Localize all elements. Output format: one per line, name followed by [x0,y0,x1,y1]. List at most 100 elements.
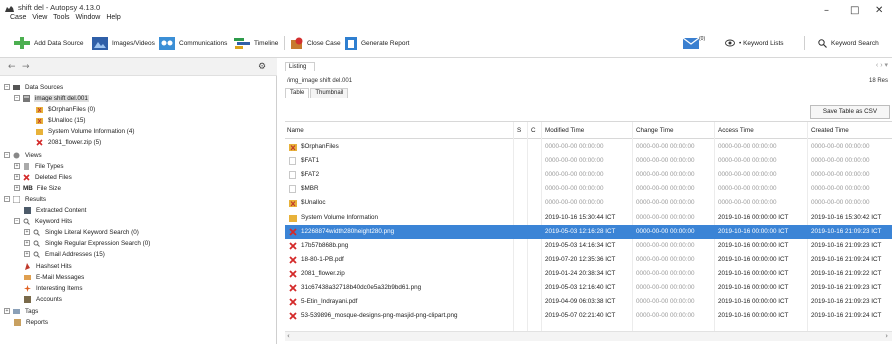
file-icon [289,185,296,195]
tree-label: image shift del.001 [34,94,89,102]
tree-orphan-files[interactable]: $OrphanFiles (0) [36,104,96,114]
listing-tab[interactable]: Listing [285,62,315,71]
cell-access-time: 0000-00-00 00:00:00 [718,157,777,165]
forward-arrow-icon[interactable]: → [22,62,30,72]
toolbar-divider [284,36,285,50]
expand-toggle-icon[interactable]: + [24,240,30,246]
collapse-toggle-icon[interactable]: − [4,152,10,158]
column-header-modified[interactable]: Modified Time [545,127,584,134]
collapse-toggle-icon[interactable]: − [4,196,10,202]
column-header-created[interactable]: Created Time [811,127,849,134]
close-window-icon[interactable]: ✕ [875,5,883,16]
expand-toggle-icon[interactable]: + [24,251,30,257]
tree-accounts[interactable]: Accounts [24,294,63,304]
column-header-access[interactable]: Access Time [718,127,754,134]
add-data-source-button[interactable]: Add Data Source [14,36,84,50]
keyword-lists-button[interactable]: • Keyword Lists [725,36,784,50]
maximize-icon[interactable]: □ [850,5,859,16]
tab-thumbnail[interactable]: Thumbnail [310,88,349,98]
minimize-icon[interactable]: – [824,5,829,16]
tree-tags[interactable]: + Tags [4,306,39,316]
messages-button[interactable]: (0) [683,36,709,50]
tree-email-messages[interactable]: E-Mail Messages [24,272,85,282]
tree-nav-row: ← → ⚙ [0,58,277,76]
table-row[interactable]: 18-80-1-PB.pdf 2019-07-20 12:35:36 ICT 000… [285,253,892,267]
table-row[interactable]: $OrphanFiles 0000-00-00 00:00:00 0000-00-0… [285,140,892,154]
menu-view[interactable]: View [32,14,47,21]
table-row[interactable]: 17b57b868b.png 2019-05-03 14:16:34 ICT 000… [285,239,892,253]
table-row[interactable]: $Unalloc 0000-00-00 00:00:00 0000-00-00 00… [285,196,892,210]
tree-flower-zip[interactable]: 2081_flower.zip (5) [36,137,102,147]
column-header-c[interactable]: C [531,127,536,134]
folder-icon [289,214,297,224]
menu-case[interactable]: Case [10,14,26,21]
table-row[interactable]: System Volume Information 2019-10-16 15:3… [285,211,892,225]
table-row[interactable]: $MBR 0000-00-00 00:00:00 0000-00-00 00:00:… [285,182,892,196]
expand-toggle-icon[interactable]: + [14,163,20,169]
expand-toggle-icon[interactable]: + [14,174,20,180]
collapse-toggle-icon[interactable]: − [14,218,20,224]
menu-window[interactable]: Window [75,14,100,21]
tree-label: Interesting Items [36,284,83,292]
tree-single-literal[interactable]: + Single Literal Keyword Search (0) [24,227,140,237]
horizontal-scrollbar[interactable]: ‹ › [285,331,892,341]
keyword-search-button[interactable]: Keyword Search [818,36,879,50]
scroll-right-icon[interactable]: › [885,332,888,340]
settings-gear-icon[interactable]: ⚙ [258,62,266,72]
tree-data-sources[interactable]: − Data Sources [4,82,64,92]
table-row[interactable]: 12268874width280height280.png 2019-05-03 … [285,224,892,239]
tags-icon [13,308,20,314]
cell-change-time: 0000-00-00 00:00:00 [636,227,695,235]
tree-reports[interactable]: Reports [14,317,49,327]
tree-extracted-content[interactable]: Extracted Content [24,205,87,215]
tree-unalloc[interactable]: $Unalloc (15) [36,115,86,125]
cell-access-time: 2019-10-16 00:00:00 ICT [718,255,789,263]
cell-name: 2081_flower.zip [301,269,345,277]
cell-modified-time: 2019-01-24 20:38:34 ICT [545,269,616,277]
tree-views[interactable]: − Views [4,150,43,160]
tree-label: Hashset Hits [36,262,72,270]
tree-file-types[interactable]: + File Types [14,161,65,171]
collapse-toggle-icon[interactable]: − [14,95,20,101]
table-row[interactable]: $FAT2 0000-00-00 00:00:00 0000-00-00 00:00… [285,168,892,182]
cell-modified-time: 0000-00-00 00:00:00 [545,199,604,207]
table-row[interactable]: 31c67438a32718b40dc0e5a32b9bd61.png 2019-… [285,281,892,295]
images-videos-label: Images/Videos [112,39,155,47]
tree-file-size[interactable]: + MB File Size [14,183,62,193]
table-row[interactable]: 53-539896_mosque-designs-png-masjid-png-… [285,309,892,323]
menu-tools[interactable]: Tools [53,14,69,21]
generate-report-button[interactable]: Generate Report [345,36,409,50]
cell-created-time: 2019-10-16 21:09:22 ICT [811,269,882,277]
tree-hashset-hits[interactable]: Hashset Hits [24,261,73,271]
scroll-left-icon[interactable]: ‹ [287,332,290,340]
tab-table[interactable]: Table [285,88,310,98]
tree-results[interactable]: − Results [4,194,47,204]
column-header-name[interactable]: Name [287,127,304,134]
table-row[interactable]: 5-Etin_Indrayani.pdf 2019-04-09 06:03:38 … [285,295,892,309]
cell-change-time: 0000-00-00 00:00:00 [636,241,695,249]
tree-system-volume[interactable]: System Volume Information (4) [36,126,135,136]
tree-keyword-hits[interactable]: − Keyword Hits [14,216,73,226]
collapse-toggle-icon[interactable]: − [4,84,10,90]
tree-image-shift-del[interactable]: − image shift del.001 [14,93,89,103]
expand-toggle-icon[interactable]: + [4,308,10,314]
tree-email-addresses[interactable]: + Email Addresses (15) [24,249,106,259]
column-header-s[interactable]: S [517,127,521,134]
column-header-change[interactable]: Change Time [636,127,673,134]
save-table-csv-button[interactable]: Save Table as CSV [810,105,890,119]
timeline-button[interactable]: Timeline [234,36,278,50]
menu-help[interactable]: Help [106,14,120,21]
tree-deleted-files[interactable]: + Deleted Files [14,172,73,182]
expand-toggle-icon[interactable]: + [14,185,20,191]
images-videos-button[interactable]: Images/Videos [92,36,155,50]
close-case-button[interactable]: Close Case [290,36,341,50]
back-arrow-icon[interactable]: ← [8,62,16,72]
table-row[interactable]: $FAT1 0000-00-00 00:00:00 0000-00-00 00:00… [285,154,892,168]
mail-icon [683,37,699,49]
table-row[interactable]: 2081_flower.zip 2019-01-24 20:38:34 ICT 00… [285,267,892,281]
expand-toggle-icon[interactable]: + [24,229,30,235]
tree-interesting-items[interactable]: Interesting Items [24,283,84,293]
pane-nav-arrows-icon[interactable]: ‹ › ▾ [876,61,888,69]
tree-single-regex[interactable]: + Single Regular Expression Search (0) [24,238,151,248]
communications-button[interactable]: Communications [159,36,227,50]
